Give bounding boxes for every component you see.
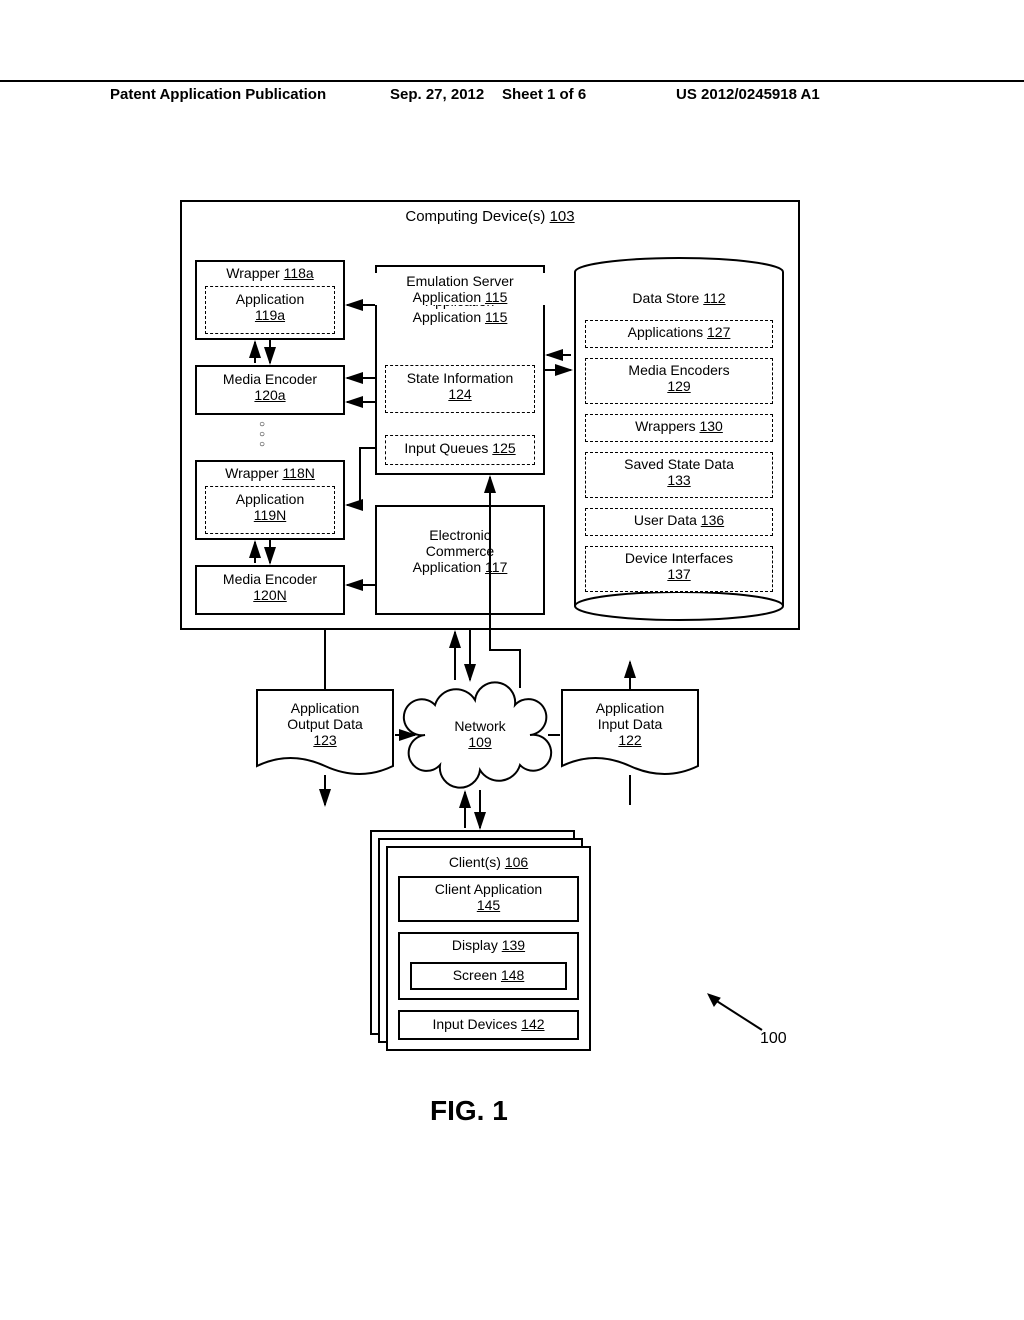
emu-line2: Application 115 (413, 289, 508, 305)
enc-n-title: Media Encoder (197, 571, 343, 587)
application-n: Application 119N (205, 486, 335, 534)
ecom-l2: Commerce (377, 543, 543, 559)
ecom-l3: Application 117 (413, 559, 508, 575)
app-n-ref: 119N (254, 507, 286, 523)
connectors (0, 0, 1024, 1320)
ds-user-data: User Data 136 (585, 508, 773, 536)
ellipsis-icon: ○○○ (259, 420, 265, 450)
ds-wrappers: Wrappers 130 (585, 414, 773, 442)
wrapper-n: Wrapper 118N Application 119N (195, 460, 345, 540)
encoder-a: Media Encoder 120a (195, 365, 345, 415)
ds-device-interfaces: Device Interfaces137 (585, 546, 773, 592)
wrapper-a-title: Wrapper (226, 265, 279, 281)
app-n-title: Application (206, 491, 334, 507)
queues-ref: 125 (492, 440, 515, 456)
ecommerce-app: Electronic Commerce Application 117 (375, 505, 545, 615)
connectors-extra (0, 0, 1024, 1320)
system-ref: 100 (760, 1030, 787, 1048)
ds-apps: Applications 127 (585, 320, 773, 348)
wrapper-n-ref: 118N (282, 465, 314, 481)
emu-ref: 115 (485, 309, 507, 325)
input-queues: Input Queues 125 (385, 435, 535, 465)
ecom-l1: Electronic (377, 527, 543, 543)
ds-encoders: Media Encoders129 (585, 358, 773, 404)
data-store-title: Data Store 112 (573, 290, 785, 306)
wrapper-a-ref: 118a (284, 265, 314, 281)
application-a: Application 119a (205, 286, 335, 334)
app-a-ref: 119a (255, 307, 285, 323)
enc-n-ref: 120N (253, 587, 286, 603)
app-a-title: Application (206, 291, 334, 307)
state-title: State Information (386, 370, 534, 386)
state-info: State Information 124 (385, 365, 535, 413)
enc-a-title: Media Encoder (197, 371, 343, 387)
wrapper-n-title: Wrapper (225, 465, 278, 481)
client-title: Client(s) (449, 854, 501, 870)
ds-saved-state: Saved State Data133 (585, 452, 773, 498)
client-ref: 106 (505, 854, 528, 870)
header-date: Sep. 27, 2012 (390, 86, 484, 103)
figure-label: FIG. 1 (430, 1095, 508, 1127)
encoder-n: Media Encoder 120N (195, 565, 345, 615)
computing-ref: 103 (550, 208, 575, 225)
state-ref: 124 (448, 386, 471, 402)
computing-title: Computing Device(s) (405, 208, 545, 225)
header-num: US 2012/0245918 A1 (676, 86, 820, 103)
emu-line1: Emulation Server (406, 273, 513, 289)
input-devices-box: Input Devices 142 (398, 1010, 579, 1040)
output-data-label: ApplicationOutput Data123 (255, 700, 395, 748)
header-pub: Patent Application Publication (110, 86, 326, 103)
client-app: Client Application145 (398, 876, 579, 922)
input-data-label: ApplicationInput Data122 (560, 700, 700, 748)
screen-box: Screen 148 (410, 962, 567, 990)
display-box: Display 139 Screen 148 (398, 932, 579, 1000)
queues-title: Input Queues (404, 440, 488, 456)
enc-a-ref: 120a (254, 387, 285, 403)
header-sheet: Sheet 1 of 6 (502, 86, 586, 103)
wrapper-a: Wrapper 118a Application 119a (195, 260, 345, 340)
network-label: Network109 (405, 718, 555, 750)
